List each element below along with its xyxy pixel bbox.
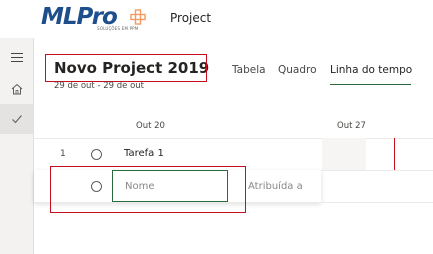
assigned-to-field[interactable]: Atribuída a (248, 181, 303, 192)
tab-quadro[interactable]: Quadro (278, 64, 317, 76)
app-title: Project (170, 11, 212, 25)
row-divider (34, 202, 433, 203)
timeline-column-label: Out 20 (136, 121, 165, 131)
task-name[interactable]: Tarefa 1 (124, 148, 164, 159)
top-bar: MLPro SOLUÇÕES EM PPM Project (0, 0, 433, 38)
hamburger-menu-button[interactable] (0, 42, 33, 72)
mlpro-logo[interactable]: MLPro SOLUÇÕES EM PPM (41, 4, 151, 32)
checkmark-icon (11, 115, 22, 124)
timeline-column-label: Out 27 (337, 121, 366, 131)
active-tab-indicator (330, 84, 411, 85)
tab-tabela[interactable]: Tabela (232, 64, 266, 76)
timeline-header: Out 20 Out 27 (34, 116, 433, 139)
new-task-row: Atribuída a (34, 170, 321, 202)
home-button[interactable] (0, 74, 33, 104)
task-row[interactable]: 1 Tarefa 1 (34, 138, 433, 171)
logo-subtext: SOLUÇÕES EM PPM (97, 26, 139, 31)
home-icon (11, 83, 22, 95)
task-number: 1 (60, 149, 66, 159)
project-title[interactable]: Novo Project 2019 (54, 59, 209, 77)
new-task-circle-icon[interactable] (91, 181, 102, 192)
task-complete-circle-icon[interactable] (91, 149, 102, 160)
tasks-button[interactable] (0, 104, 33, 134)
new-task-name-input[interactable] (112, 170, 228, 202)
project-date-range: 29 de out - 29 de out (54, 81, 145, 91)
tab-linha-do-tempo[interactable]: Linha do tempo (330, 64, 412, 76)
hamburger-menu-icon (10, 53, 23, 62)
left-nav-rail (0, 38, 34, 254)
logo-plus-icon (130, 9, 146, 25)
